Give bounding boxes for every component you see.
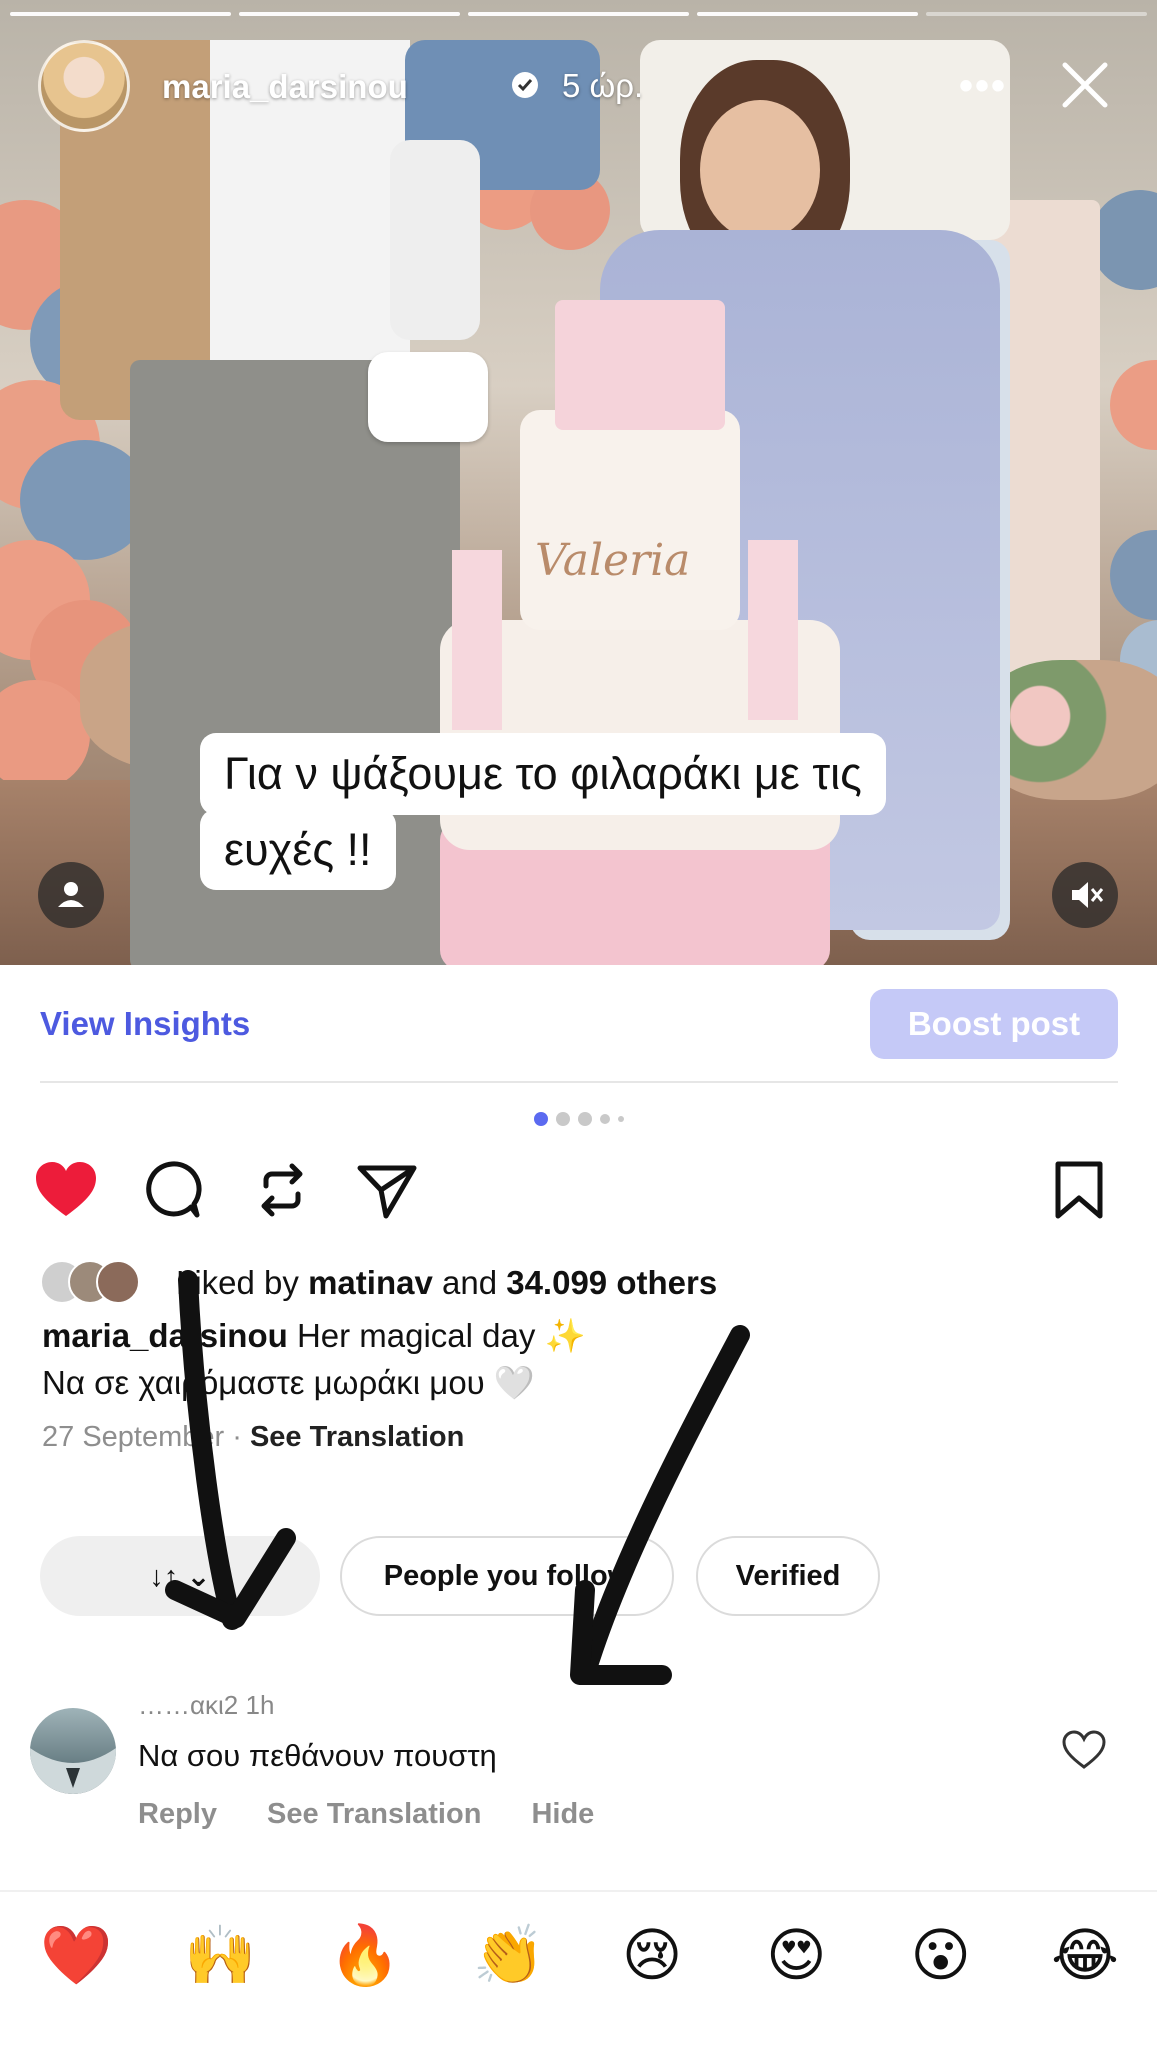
reaction-crying[interactable]: 😢	[617, 1921, 687, 1989]
balloon	[1110, 530, 1157, 620]
post-actions	[34, 1160, 1124, 1230]
comment-icon[interactable]	[142, 1160, 202, 1220]
sort-chip[interactable]: ↓↑ ⌄	[40, 1536, 320, 1616]
liked-by-text: Liked by matinav and 34.099 others	[176, 1264, 717, 1302]
balloon	[1090, 190, 1157, 290]
post-meta: 27 September · See Translation	[42, 1421, 465, 1453]
caption-username[interactable]: maria_darsinou	[42, 1317, 288, 1354]
verified-chip[interactable]: Verified	[696, 1536, 880, 1616]
reply-button[interactable]: Reply	[138, 1798, 217, 1830]
cake-tower	[452, 550, 502, 730]
carousel-dot	[577, 1112, 592, 1126]
hide-button[interactable]: Hide	[531, 1798, 594, 1830]
story-progress	[10, 12, 1147, 16]
liked-and: and	[441, 1264, 498, 1301]
close-icon[interactable]	[1055, 55, 1115, 115]
toddler-legs	[390, 140, 480, 340]
repost-icon[interactable]	[252, 1160, 312, 1220]
carousel-dot	[599, 1114, 610, 1124]
story-photo[interactable]: Valeria maria_darsinou 5 ώρ. ••• Για ν ψ…	[0, 0, 1157, 965]
caption-text: Her magical day ✨	[296, 1317, 586, 1354]
caption-line2: Να σε χαιρόμαστε μωράκι μου 🤍	[42, 1364, 535, 1401]
reaction-clap[interactable]: 👏	[473, 1921, 545, 1990]
balloon	[1110, 360, 1157, 450]
caption-line: ευχές !!	[200, 808, 396, 890]
liked-count[interactable]: 34.099 others	[506, 1264, 717, 1301]
user-tag-icon[interactable]	[38, 862, 104, 928]
cake-tier	[520, 410, 740, 630]
liked-prefix: Liked by	[176, 1264, 299, 1301]
view-insights-link[interactable]: View Insights	[40, 1005, 250, 1043]
divider	[40, 1081, 1118, 1083]
comment-username[interactable]: ……ακι2 1h	[138, 1690, 274, 1721]
likes-row[interactable]: Liked by matinav and 34.099 others	[40, 1260, 1120, 1304]
divider	[0, 1890, 1157, 1892]
more-options-icon[interactable]: •••	[959, 66, 1007, 106]
mute-icon[interactable]	[1052, 862, 1118, 928]
see-translation-link[interactable]: See Translation	[250, 1421, 464, 1453]
reaction-fire[interactable]: 🔥	[329, 1921, 401, 1990]
progress-segment	[10, 12, 231, 16]
story-caption-sticker: Για ν ψάξουμε το φιλαράκι με τις ευχές !…	[200, 733, 960, 890]
comment-item: ……ακι2 1h Να σου πεθάνουν πουστη Reply S…	[30, 1690, 1130, 1830]
liked-user[interactable]: matinav	[308, 1264, 433, 1301]
reaction-heart-eyes[interactable]: 😍	[761, 1921, 831, 1989]
reaction-heart[interactable]: ❤️	[40, 1921, 112, 1990]
people-you-follow-chip[interactable]: People you follow	[340, 1536, 674, 1616]
progress-segment	[697, 12, 918, 16]
boost-post-button[interactable]: Boost post	[870, 989, 1118, 1059]
insights-row: View Insights Boost post	[40, 985, 1118, 1085]
comment-text: Να σου πεθάνουν πουστη	[138, 1738, 497, 1773]
verified-icon	[512, 72, 538, 98]
story-header: maria_darsinou 5 ώρ. •••	[38, 40, 1127, 132]
comment-avatar[interactable]	[30, 1708, 116, 1794]
reaction-surprised[interactable]: 😮	[906, 1921, 976, 1989]
cake-text: Valeria	[535, 535, 691, 586]
share-icon[interactable]	[356, 1160, 418, 1220]
liker-avatar	[96, 1260, 140, 1304]
carousel-dots	[0, 1112, 1157, 1126]
comment-see-translation[interactable]: See Translation	[267, 1798, 481, 1830]
carousel-dot	[617, 1116, 624, 1122]
progress-segment	[468, 12, 689, 16]
story-avatar[interactable]	[38, 40, 130, 132]
bookmark-icon[interactable]	[1054, 1160, 1104, 1220]
post-caption: maria_darsinou Her magical day ✨ Να σε χ…	[42, 1312, 586, 1406]
progress-segment	[239, 12, 460, 16]
carousel-dot-active	[533, 1112, 548, 1126]
progress-segment	[926, 12, 1147, 16]
comment-actions: Reply See Translation Hide	[138, 1798, 636, 1831]
comment-heart-icon[interactable]	[1062, 1730, 1106, 1770]
story-time: 5 ώρ.	[562, 67, 644, 104]
caption-line: Για ν ψάξουμε το φιλαράκι με τις	[200, 733, 886, 815]
post-date: 27 September	[42, 1421, 225, 1453]
reaction-laughing[interactable]: 😂	[1050, 1921, 1120, 1989]
quick-reactions-bar: ❤️ 🙌 🔥 👏 😢 😍 😮 😂	[40, 1905, 1120, 2005]
drawn-arrow-right	[575, 1325, 750, 1685]
cake-turret	[555, 300, 725, 430]
toddler-shoe	[368, 352, 488, 442]
carousel-dot	[555, 1112, 570, 1126]
story-username[interactable]: maria_darsinou	[162, 68, 408, 106]
reaction-raised-hands[interactable]: 🙌	[184, 1921, 256, 1990]
heart-icon[interactable]	[34, 1160, 98, 1220]
cake-tower	[748, 540, 798, 720]
